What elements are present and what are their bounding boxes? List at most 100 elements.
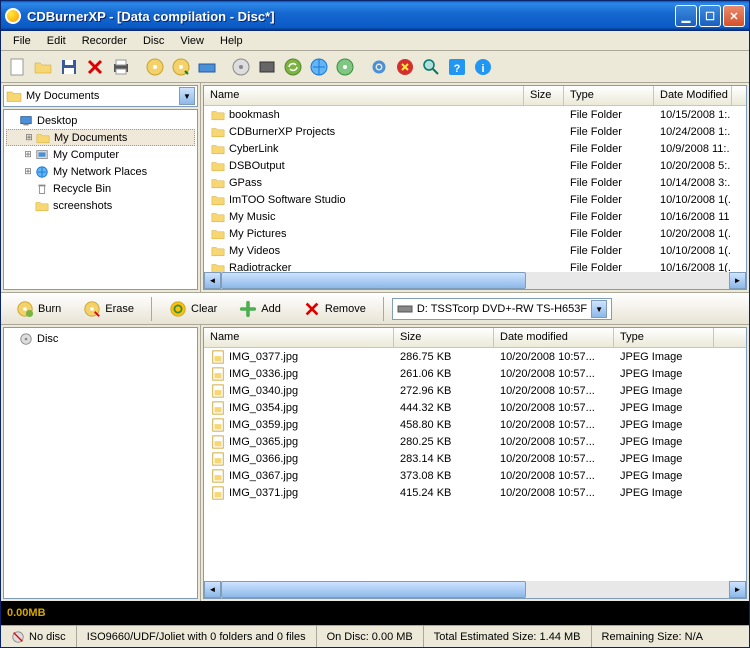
folder-combo[interactable]: My Documents ▼ [3, 85, 198, 107]
info-icon[interactable]: i [471, 55, 495, 79]
print-icon[interactable] [109, 55, 133, 79]
svg-text:?: ? [454, 63, 461, 75]
main-window: CDBurnerXP - [Data compilation - Disc*] … [0, 0, 750, 648]
gear-icon[interactable] [367, 55, 391, 79]
add-button[interactable]: Add [230, 296, 290, 322]
tree-item[interactable]: screenshots [6, 197, 195, 214]
folder-tree-panel: My Documents ▼ Desktop⊞My Documents⊞My C… [1, 83, 201, 292]
list-item[interactable]: IMG_0365.jpg280.25 KB10/20/2008 10:57...… [204, 433, 746, 450]
nodisc-icon [11, 630, 25, 644]
menu-view[interactable]: View [172, 33, 212, 49]
list-item[interactable]: IMG_0336.jpg261.06 KB10/20/2008 10:57...… [204, 365, 746, 382]
list-item[interactable]: CDBurnerXP ProjectsFile Folder10/24/2008… [204, 123, 746, 140]
column-header[interactable]: Type [564, 86, 654, 105]
list-item[interactable]: GPassFile Folder10/14/2008 3:. [204, 174, 746, 191]
search-icon[interactable] [419, 55, 443, 79]
column-header[interactable]: Name [204, 328, 394, 347]
compilation-file-list: NameSizeDate modifiedType IMG_0377.jpg28… [203, 327, 747, 599]
menubar: FileEditRecorderDiscViewHelp [1, 31, 749, 51]
disc-tree-panel: Disc [1, 325, 201, 601]
compilation-toolbar: Burn Erase Clear Add Remove D: TSSTcorp … [1, 293, 749, 325]
status-ondisc: On Disc: 0.00 MB [317, 626, 424, 647]
compilation-body[interactable]: IMG_0377.jpg286.75 KB10/20/2008 10:57...… [204, 348, 746, 581]
drive-icon [397, 301, 413, 317]
list-item[interactable]: ImTOO Software StudioFile Folder10/10/20… [204, 191, 746, 208]
list-item[interactable]: IMG_0340.jpg272.96 KB10/20/2008 10:57...… [204, 382, 746, 399]
menu-disc[interactable]: Disc [135, 33, 172, 49]
list-item[interactable]: IMG_0377.jpg286.75 KB10/20/2008 10:57...… [204, 348, 746, 365]
titlebar: CDBurnerXP - [Data compilation - Disc*] … [1, 1, 749, 31]
tree-item[interactable]: ⊞My Computer [6, 146, 195, 163]
folder-icon [6, 88, 22, 104]
window-title: CDBurnerXP - [Data compilation - Disc*] [27, 9, 675, 24]
disc-icon [18, 332, 34, 346]
tree-item[interactable]: Recycle Bin [6, 180, 195, 197]
column-header[interactable]: Size [524, 86, 564, 105]
list-item[interactable]: IMG_0359.jpg458.80 KB10/20/2008 10:57...… [204, 416, 746, 433]
list-item[interactable]: My PicturesFile Folder10/20/2008 1(. [204, 225, 746, 242]
open-icon[interactable] [31, 55, 55, 79]
disc-info-icon[interactable] [229, 55, 253, 79]
column-header[interactable]: Size [394, 328, 494, 347]
list-item[interactable]: IMG_0367.jpg373.08 KB10/20/2008 10:57...… [204, 467, 746, 484]
menu-recorder[interactable]: Recorder [74, 33, 135, 49]
tools-icon[interactable] [393, 55, 417, 79]
column-header[interactable]: Type [614, 328, 714, 347]
world-icon[interactable] [307, 55, 331, 79]
refresh-icon[interactable] [281, 55, 305, 79]
tree-item[interactable]: ⊞My Documents [6, 129, 195, 146]
save-icon[interactable] [57, 55, 81, 79]
clear-button[interactable]: Clear [160, 296, 226, 322]
list-item[interactable]: bookmashFile Folder10/15/2008 1:. [204, 106, 746, 123]
close-button[interactable]: ✕ [723, 5, 745, 27]
folder-tree[interactable]: Desktop⊞My Documents⊞My Computer⊞My Netw… [3, 109, 198, 290]
app-icon [5, 8, 21, 24]
disc-root[interactable]: Disc [6, 330, 195, 347]
list-item[interactable]: IMG_0371.jpg415.24 KB10/20/2008 10:57...… [204, 484, 746, 501]
column-header[interactable]: Date modified [494, 328, 614, 347]
remove-button[interactable]: Remove [294, 296, 375, 322]
device-icon[interactable] [255, 55, 279, 79]
drive-text: D: TSSTcorp DVD+-RW TS-H653F [417, 303, 587, 315]
list-item[interactable]: My MusicFile Folder10/16/2008 11 [204, 208, 746, 225]
menu-help[interactable]: Help [212, 33, 251, 49]
list-item[interactable]: IMG_0366.jpg283.14 KB10/20/2008 10:57...… [204, 450, 746, 467]
size-text: 0.00MB [7, 607, 46, 619]
list-item[interactable]: My VideosFile Folder10/10/2008 1(. [204, 242, 746, 259]
drive-selector[interactable]: D: TSSTcorp DVD+-RW TS-H653F ▼ [392, 298, 612, 320]
status-filesystem: ISO9660/UDF/Joliet with 0 folders and 0 … [77, 626, 317, 647]
burn-button[interactable]: Burn [7, 296, 70, 322]
burn-disc-icon[interactable] [143, 55, 167, 79]
drive-icon[interactable] [195, 55, 219, 79]
menu-edit[interactable]: Edit [39, 33, 74, 49]
main-toolbar: ? i [1, 51, 749, 83]
minimize-button[interactable]: ▁ [675, 5, 697, 27]
source-header: NameSizeTypeDate Modified [204, 86, 746, 106]
sync-icon[interactable] [333, 55, 357, 79]
hscrollbar[interactable]: ◄► [204, 272, 746, 289]
help-icon[interactable]: ? [445, 55, 469, 79]
list-item[interactable]: RadiotrackerFile Folder10/16/2008 1(. [204, 259, 746, 272]
list-item[interactable]: DSBOutputFile Folder10/20/2008 5:. [204, 157, 746, 174]
list-item[interactable]: CyberLinkFile Folder10/9/2008 11:. [204, 140, 746, 157]
delete-icon[interactable] [83, 55, 107, 79]
disc-action-icon[interactable] [169, 55, 193, 79]
chevron-down-icon[interactable]: ▼ [591, 300, 607, 318]
menu-file[interactable]: File [5, 33, 39, 49]
compilation-pane: Disc NameSizeDate modifiedType IMG_0377.… [1, 325, 749, 601]
list-item[interactable]: IMG_0354.jpg444.32 KB10/20/2008 10:57...… [204, 399, 746, 416]
new-icon[interactable] [5, 55, 29, 79]
status-disc: No disc [1, 626, 77, 647]
erase-button[interactable]: Erase [74, 296, 143, 322]
tree-item[interactable]: Desktop [6, 112, 195, 129]
maximize-button[interactable]: ☐ [699, 5, 721, 27]
disc-tree[interactable]: Disc [3, 327, 198, 599]
chevron-down-icon[interactable]: ▼ [179, 87, 195, 105]
hscrollbar[interactable]: ◄► [204, 581, 746, 598]
column-header[interactable]: Date Modified [654, 86, 732, 105]
column-header[interactable]: Name [204, 86, 524, 105]
tree-item[interactable]: ⊞My Network Places [6, 163, 195, 180]
source-body[interactable]: bookmashFile Folder10/15/2008 1:.CDBurne… [204, 106, 746, 272]
source-pane: My Documents ▼ Desktop⊞My Documents⊞My C… [1, 83, 749, 293]
folder-combo-text: My Documents [26, 90, 99, 102]
